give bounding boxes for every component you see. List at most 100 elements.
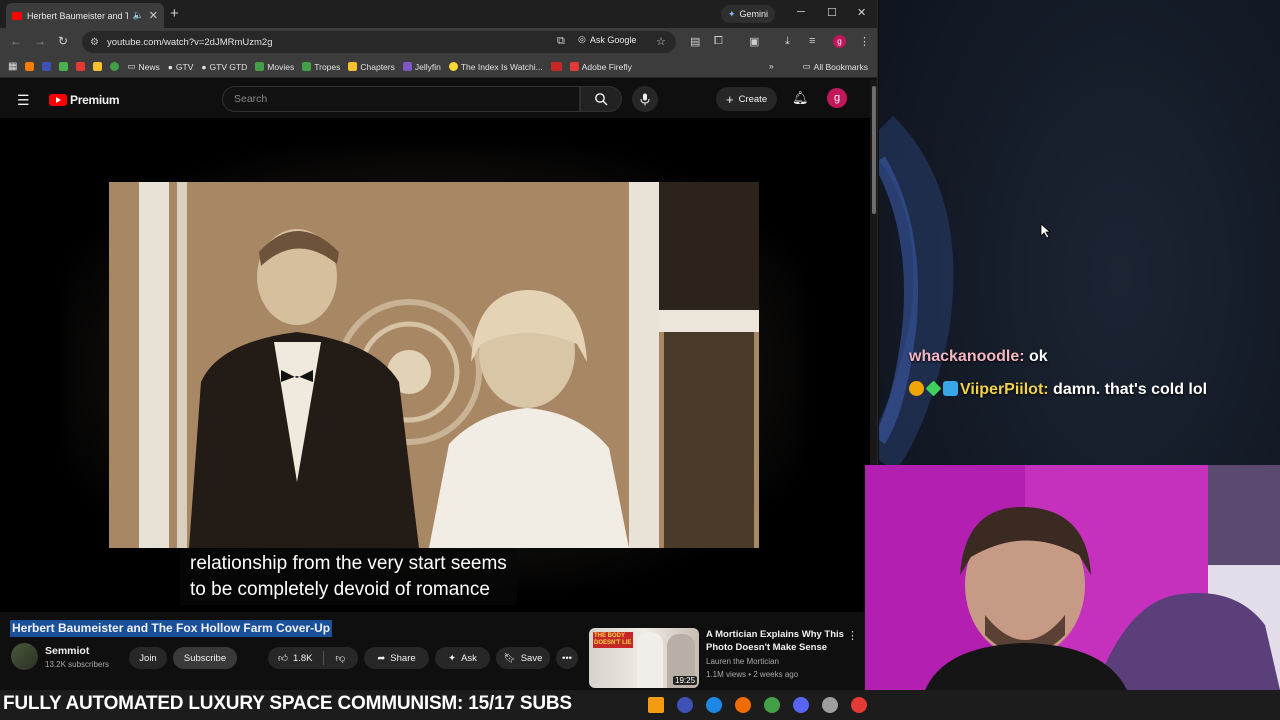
sparkle-badge-icon <box>925 380 942 397</box>
thumbs-down-icon[interactable]: 👎︎ <box>335 652 345 664</box>
bookmark-jellyfin[interactable]: Jellyfin <box>402 62 441 72</box>
join-button[interactable]: Join <box>129 647 167 669</box>
streamer-webcam-image <box>865 465 1280 690</box>
bookmark-star-icon[interactable]: ☆ <box>656 35 666 48</box>
edge-icon[interactable] <box>706 697 722 713</box>
youtube-premium-logo[interactable]: Premium <box>49 93 120 107</box>
scrollbar-thumb[interactable] <box>872 86 876 214</box>
chat-username: ViiperPiilot: <box>960 381 1049 398</box>
chat-text: ok <box>1024 348 1048 365</box>
video-captions: relationship from the very start seems t… <box>180 549 517 605</box>
minimize-button[interactable]: ─ <box>797 6 805 18</box>
all-bookmarks[interactable]: ▭ All Bookmarks <box>803 61 868 72</box>
like-count[interactable]: 1.8K <box>293 653 313 664</box>
jellyfin-icon <box>402 62 412 71</box>
cast-icon[interactable]: ⧉ <box>557 35 565 48</box>
thumbnail-text: THE BODY DOESN'T LIE <box>593 632 633 648</box>
download-icon[interactable]: ⤓ <box>785 35 790 48</box>
github-icon: ● <box>201 61 207 72</box>
sheets-icon <box>255 62 265 71</box>
bookmark-adobe-firefly[interactable]: Adobe Firefly <box>569 62 632 72</box>
speaker-icon[interactable]: 🔈 <box>133 10 144 21</box>
caption-line-2: to be completely devoid of romance <box>190 579 490 600</box>
gemini-button[interactable]: ✦ Gemini <box>721 5 776 23</box>
bookmark-red-site[interactable] <box>550 62 562 71</box>
video-frame[interactable] <box>109 182 759 548</box>
search-input[interactable]: Search <box>222 86 580 112</box>
recommended-channel-name[interactable]: Lauren the Mortician <box>706 657 779 666</box>
forward-button[interactable]: → <box>34 34 46 48</box>
share-button[interactable]: ➦ Share <box>364 647 429 669</box>
adobe-icon <box>569 62 579 71</box>
bookmark-tropes[interactable]: Tropes <box>302 62 340 72</box>
obs-icon[interactable] <box>822 697 838 713</box>
browser-menu-icon[interactable]: ⋮ <box>859 35 870 48</box>
bookmark-favicon-icon[interactable] <box>93 62 103 71</box>
chat-message: whackanoodle: ok <box>909 345 1229 369</box>
close-tab-icon[interactable]: ✕ <box>149 9 158 22</box>
subscriber-count: 13.2K subscribers <box>45 660 110 669</box>
media-controls-icon[interactable]: ≡ <box>809 35 815 47</box>
create-button[interactable]: + Create <box>716 87 778 111</box>
tab-strip: Herbert Baumeister and The... 🔈 ✕ + ✦ Ge… <box>0 0 877 28</box>
gemini-sparkle-icon: ✦ <box>728 8 736 19</box>
thumbnail-person <box>637 632 663 688</box>
clipboard-icon[interactable]: ▤ <box>690 35 700 48</box>
bookmark-favicon-icon[interactable] <box>42 62 52 71</box>
youtube-account-avatar[interactable]: g <box>827 88 847 108</box>
close-window-button[interactable]: ✕ <box>857 6 866 19</box>
reload-button[interactable]: ↻ <box>58 34 68 48</box>
thumbs-up-icon[interactable]: 👍︎ <box>278 652 288 664</box>
channel-avatar[interactable] <box>11 643 38 670</box>
bookmark-favicon-icon[interactable] <box>59 62 69 71</box>
lens-icon: ◎ <box>578 34 586 44</box>
more-options-icon[interactable]: ⋮ <box>847 629 858 642</box>
firefox-icon[interactable] <box>735 697 751 713</box>
logo-text: Premium <box>70 93 120 107</box>
menu-icon[interactable]: ☰ <box>17 92 30 109</box>
bookmark-the-index[interactable]: The Index Is Watchi... <box>448 62 543 72</box>
bookmark-favicon-icon[interactable] <box>110 62 120 71</box>
bookmark-gtv[interactable]: ● GTV <box>168 62 194 72</box>
search-icon <box>595 93 608 106</box>
discord-icon[interactable] <box>793 697 809 713</box>
screen: Herbert Baumeister and The... 🔈 ✕ + ✦ Ge… <box>0 0 1280 720</box>
taskbar-app-icon[interactable] <box>677 697 693 713</box>
bookmark-movies[interactable]: Movies <box>255 62 294 72</box>
vlc-icon[interactable] <box>648 697 664 713</box>
notifications-bell-icon[interactable]: 🔔︎ <box>792 90 809 106</box>
extensions-icon[interactable]: ⧠ <box>714 35 723 48</box>
ask-button[interactable]: ✦ Ask <box>435 647 490 669</box>
bookmark-gtv-gtd[interactable]: ● GTV GTD <box>201 62 247 72</box>
youtube-taskbar-icon[interactable] <box>851 697 867 713</box>
subscribe-button[interactable]: Subscribe <box>173 647 237 669</box>
maximize-button[interactable]: ☐ <box>827 6 837 19</box>
chrome-icon[interactable] <box>764 697 780 713</box>
chat-message: ViiperPiilot: damn. that's cold lol <box>909 378 1229 402</box>
browser-profile-avatar[interactable]: g <box>833 35 846 48</box>
tab-title: Herbert Baumeister and The... <box>27 10 128 21</box>
voice-search-button[interactable] <box>632 86 658 112</box>
apps-grid-icon[interactable]: ▦ <box>8 61 17 72</box>
create-label: Create <box>738 93 768 105</box>
more-bookmarks-icon[interactable]: » <box>769 61 774 71</box>
new-tab-button[interactable]: + <box>170 5 179 22</box>
bookmark-favicon-icon[interactable] <box>25 62 35 71</box>
bookmark-favicon-icon[interactable] <box>76 62 86 71</box>
stream-chat-overlay: whackanoodle: ok ViiperPiilot: damn. tha… <box>909 345 1229 402</box>
channel-name[interactable]: Semmiot <box>45 645 89 657</box>
more-horizontal-icon: ••• <box>562 652 572 664</box>
split-view-icon[interactable]: ▣ <box>749 35 759 48</box>
recommended-video-title[interactable]: A Mortician Explains Why This Photo Does… <box>706 628 846 654</box>
site-info-icon[interactable]: ⚙ <box>90 37 99 48</box>
back-button[interactable]: ← <box>10 34 22 48</box>
tab-active[interactable]: Herbert Baumeister and The... 🔈 ✕ <box>6 3 164 28</box>
bookmark-news[interactable]: ▭ News <box>127 61 159 72</box>
wedding-photo-image <box>109 182 759 548</box>
search-button[interactable] <box>580 86 622 112</box>
save-button[interactable]: 🔖︎ Save <box>496 647 550 669</box>
ask-google-button[interactable]: ◎ Ask Google <box>578 34 636 45</box>
index-icon <box>448 62 458 71</box>
more-actions-button[interactable]: ••• <box>556 647 578 669</box>
bookmark-chapters[interactable]: Chapters <box>348 62 395 72</box>
